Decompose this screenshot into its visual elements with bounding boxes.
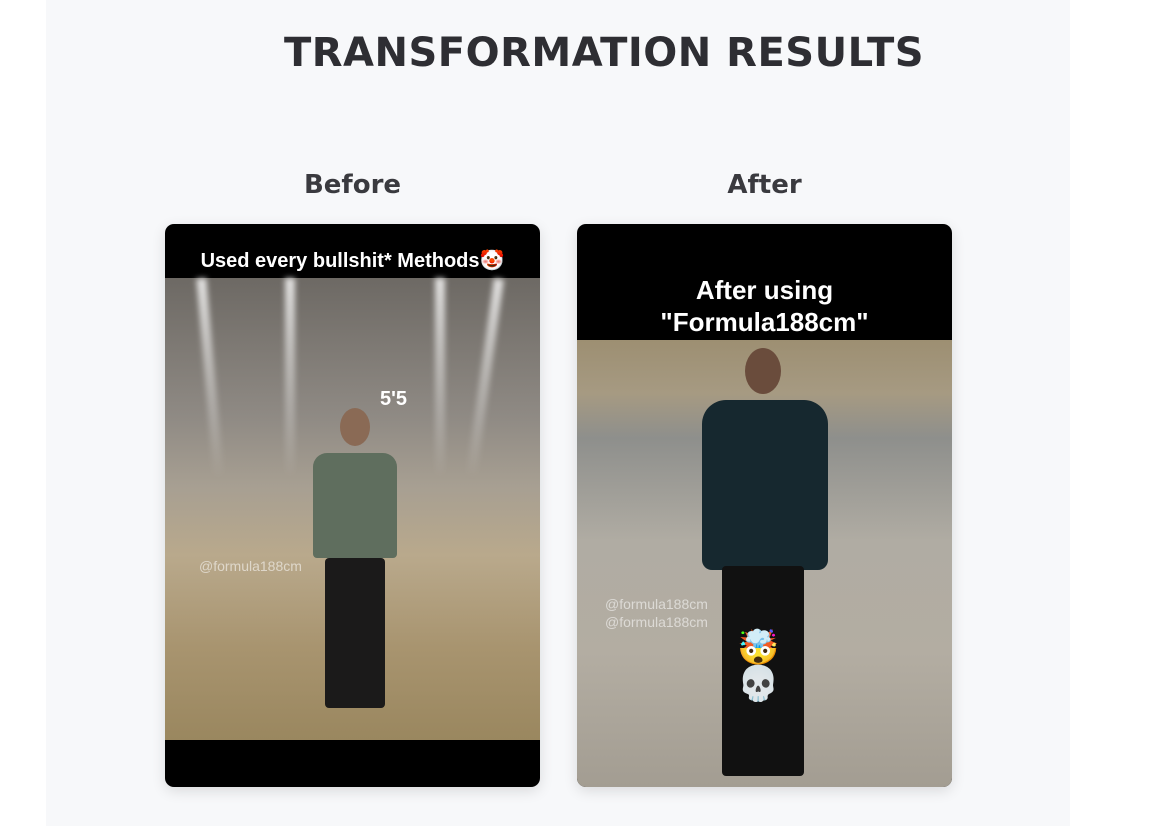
watermark: @formula188cm [199, 558, 302, 574]
after-caption-line2: "Formula188cm" [660, 307, 869, 337]
watermark: @formula188cm [605, 596, 708, 612]
after-caption: After using "Formula188cm" [577, 274, 952, 338]
before-photo: 5'5 @formula188cm [165, 277, 540, 740]
before-label: Before [303, 170, 402, 200]
after-label: After [727, 170, 802, 200]
before-image: Used every bullshit* Methods🤡 5'5 @formu… [165, 224, 540, 787]
after-caption-line1: After using [695, 275, 834, 305]
emoji-sticker: 🤯💀 [737, 628, 780, 704]
after-image: After using "Formula188cm" @formula188cm… [577, 224, 952, 787]
person-figure [313, 408, 397, 708]
before-caption: Used every bullshit* Methods🤡 [200, 250, 505, 272]
page-title: TRANSFORMATION RESULTS [283, 30, 925, 76]
height-tag: 5'5 [380, 388, 408, 410]
watermark: @formula188cm [605, 614, 708, 630]
content-panel: TRANSFORMATION RESULTS Before After Used… [46, 0, 1070, 826]
person-figure [702, 348, 828, 787]
after-photo: @formula188cm @formula188cm 🤯💀 [577, 340, 952, 787]
